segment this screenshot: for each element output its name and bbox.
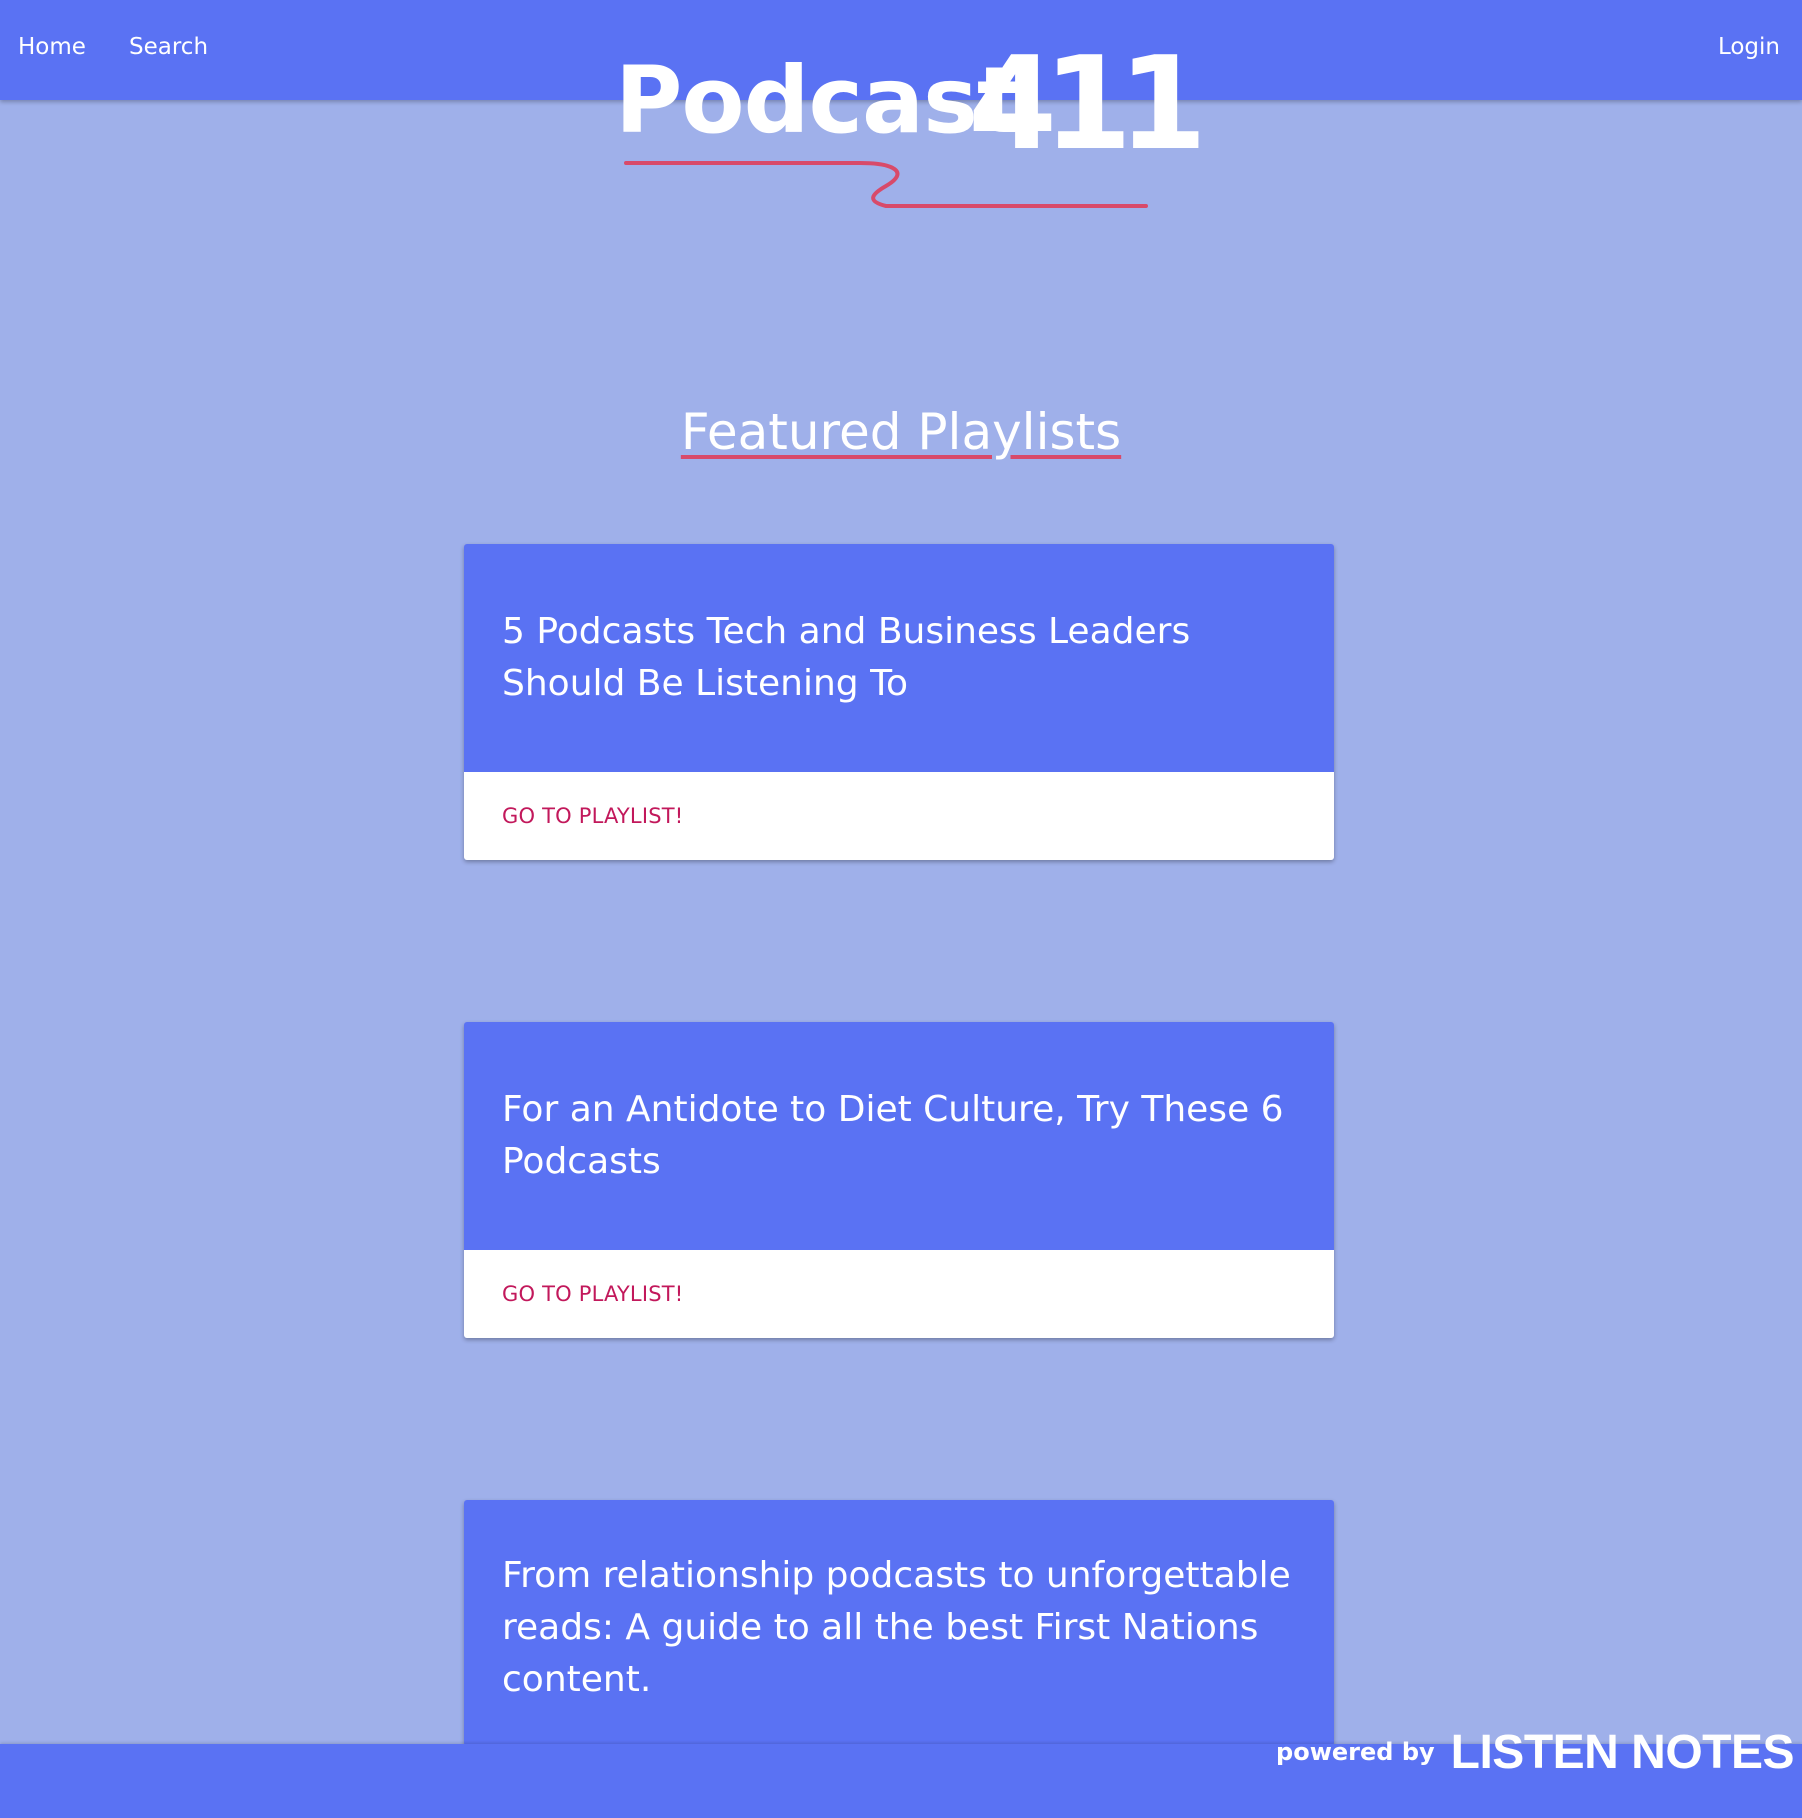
playlist-card-title: From relationship podcasts to unforgetta… — [502, 1555, 1291, 1700]
go-to-playlist-button[interactable]: GO TO PLAYLIST! — [502, 1282, 683, 1306]
go-to-playlist-button[interactable]: GO TO PLAYLIST! — [502, 804, 683, 828]
powered-by-label: powered by — [1276, 1738, 1435, 1766]
nav-home-link[interactable]: Home — [18, 32, 86, 62]
playlist-card-body: 5 Podcasts Tech and Business Leaders Sho… — [464, 544, 1334, 772]
playlist-card-actions: GO TO PLAYLIST! — [464, 1250, 1334, 1338]
featured-playlists-heading: Featured Playlists — [0, 397, 1802, 467]
listen-notes-logo: LISTEN NOTES — [1450, 1725, 1795, 1779]
playlist-card-title: 5 Podcasts Tech and Business Leaders Sho… — [502, 611, 1191, 704]
playlist-card-body: For an Antidote to Diet Culture, Try The… — [464, 1022, 1334, 1250]
playlist-card-title: For an Antidote to Diet Culture, Try The… — [502, 1089, 1284, 1182]
featured-playlists-title: Featured Playlists — [680, 403, 1122, 461]
logo-swoosh-underline-icon — [624, 161, 1148, 208]
playlist-card: From relationship podcasts to unforgetta… — [464, 1500, 1334, 1746]
powered-by-listen-notes-link[interactable]: powered by LISTEN NOTES — [1276, 1722, 1794, 1782]
podcast411-logo[interactable]: Podcast 411 — [610, 36, 1207, 216]
nav-search-link[interactable]: Search — [129, 32, 208, 62]
nav-login-link[interactable]: Login — [1718, 32, 1780, 62]
playlist-card-body: From relationship podcasts to unforgetta… — [464, 1500, 1334, 1746]
playlist-card-actions: GO TO PLAYLIST! — [464, 772, 1334, 860]
playlist-card: 5 Podcasts Tech and Business Leaders Sho… — [464, 544, 1334, 860]
playlist-card: For an Antidote to Diet Culture, Try The… — [464, 1022, 1334, 1338]
